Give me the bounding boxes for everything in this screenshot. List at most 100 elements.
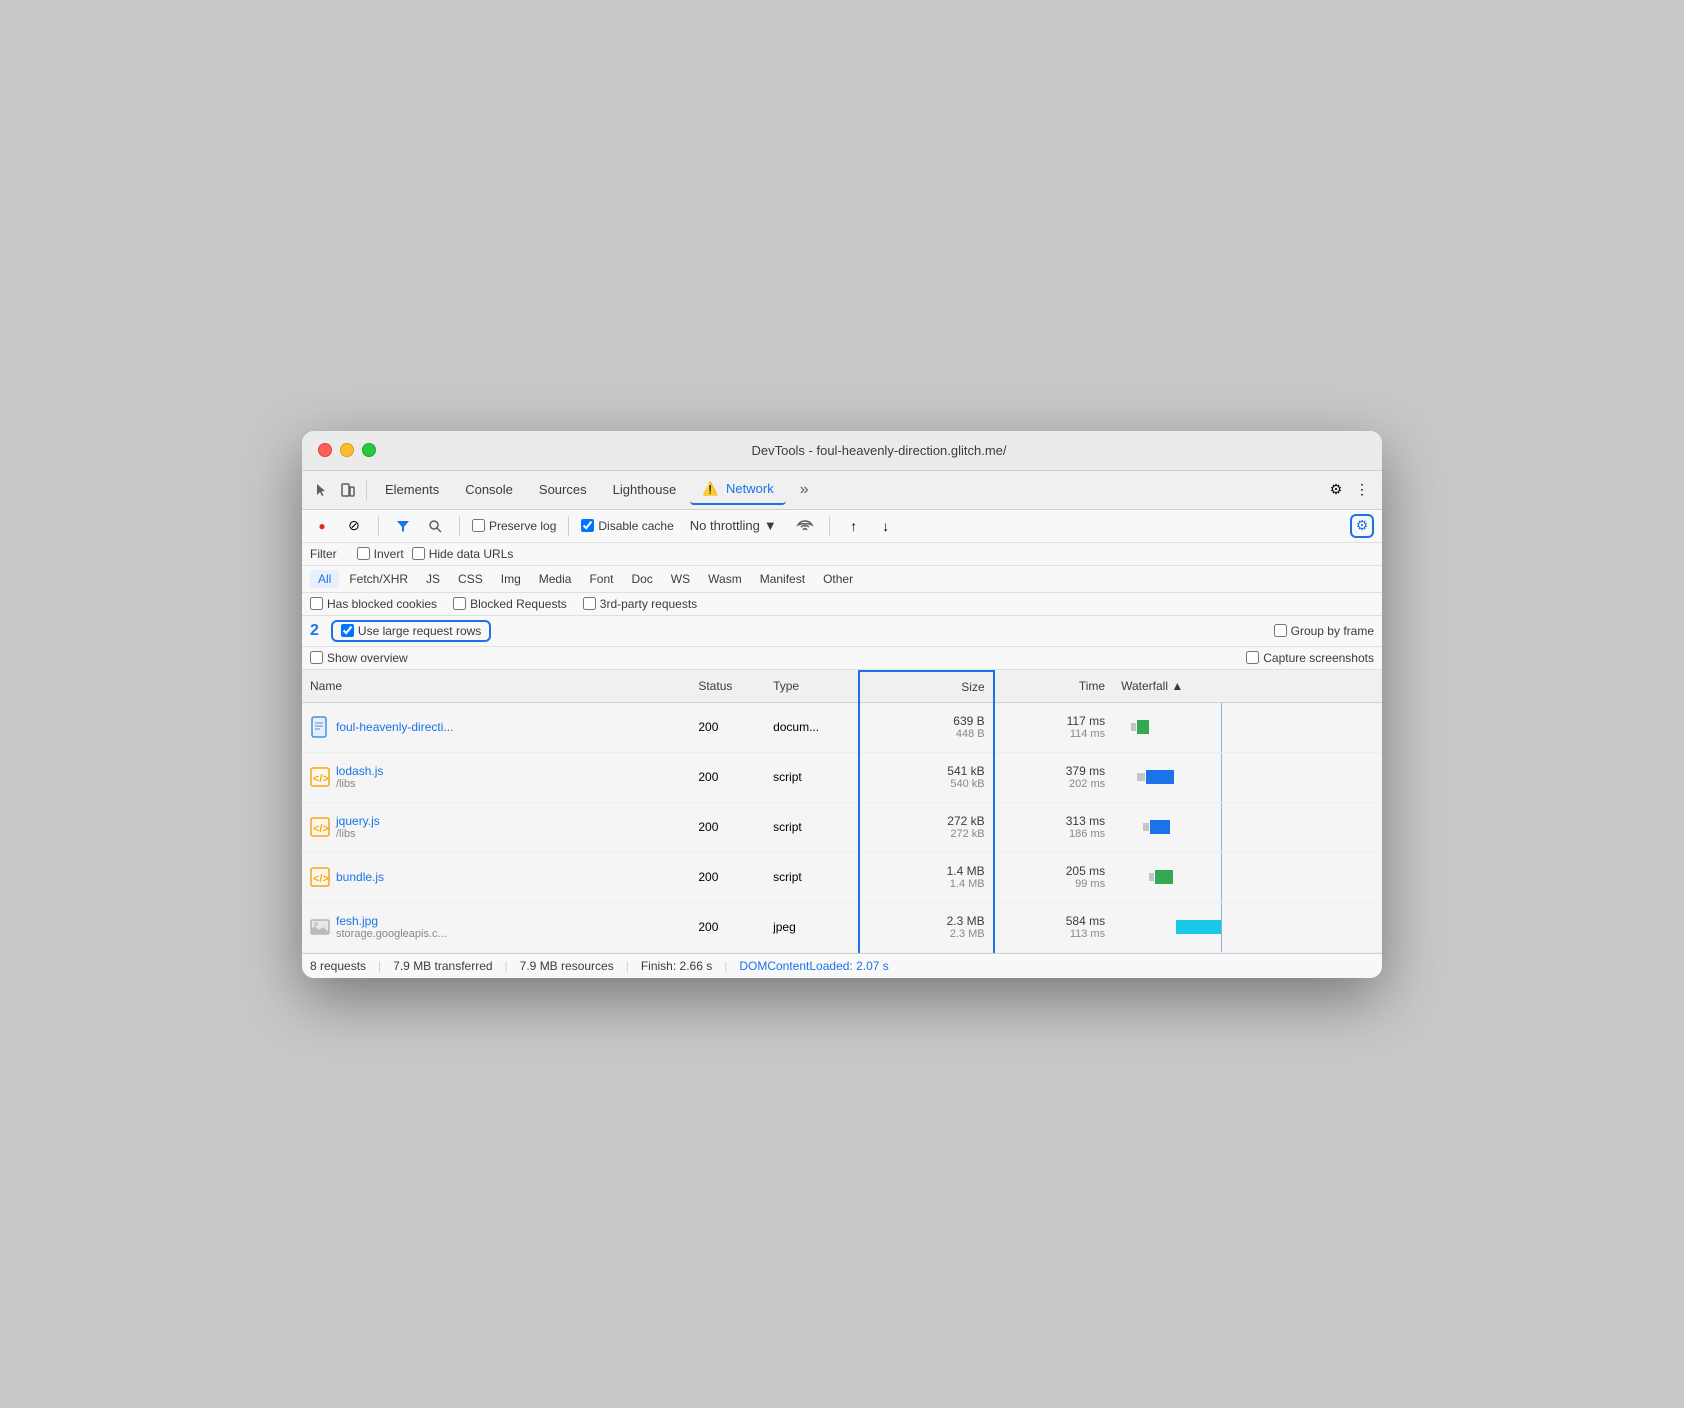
type-filter-wasm[interactable]: Wasm	[700, 570, 750, 588]
table-row[interactable]: </> lodash.js /libs 200 script 541 kB	[302, 752, 1382, 802]
group-by-frame-checkbox[interactable]	[1274, 624, 1287, 637]
tab-lighthouse[interactable]: Lighthouse	[601, 476, 689, 503]
status-cell: 200	[690, 902, 765, 952]
large-request-rows-checkbox[interactable]	[341, 624, 354, 637]
group-by-frame-label[interactable]: Group by frame	[1274, 624, 1374, 638]
table-header: Name Status Type Size Time Waterfall ▲	[302, 671, 1382, 703]
type-filter-css[interactable]: CSS	[450, 570, 491, 588]
preserve-log-label[interactable]: Preserve log	[472, 519, 556, 533]
name-cell[interactable]: foul-heavenly-directi...	[302, 702, 690, 752]
type-filter-all[interactable]: All	[310, 570, 339, 588]
separator	[366, 480, 367, 500]
large-request-rows-label[interactable]: Use large request rows	[341, 624, 481, 638]
size-cell: 272 kB 272 kB	[859, 802, 993, 852]
img-icon	[310, 915, 330, 939]
filter-toggle-button[interactable]	[391, 514, 415, 538]
settings-row-1: 2 Use large request rows Group by frame	[302, 616, 1382, 647]
col-header-size[interactable]: Size	[859, 671, 993, 703]
capture-screenshots-checkbox[interactable]	[1246, 651, 1259, 664]
devtools-more-icon[interactable]: ⋮	[1350, 478, 1374, 502]
download-icon[interactable]: ↓	[874, 514, 898, 538]
tab-sources[interactable]: Sources	[527, 476, 599, 503]
blocked-requests-checkbox[interactable]	[453, 597, 466, 610]
disable-cache-checkbox[interactable]	[581, 519, 594, 532]
type-filter-img[interactable]: Img	[493, 570, 529, 588]
search-button[interactable]	[423, 514, 447, 538]
name-cell[interactable]: </> jquery.js /libs	[302, 802, 690, 852]
filter-row: Filter Invert Hide data URLs	[302, 543, 1382, 566]
status-cell: 200	[690, 702, 765, 752]
type-filter-other[interactable]: Other	[815, 570, 861, 588]
capture-screenshots-label[interactable]: Capture screenshots	[1246, 651, 1374, 665]
invert-label[interactable]: Invert	[357, 547, 404, 561]
minimize-button[interactable]	[340, 443, 354, 457]
throttling-select[interactable]: No throttling ▼	[682, 514, 785, 537]
invert-checkbox[interactable]	[357, 547, 370, 560]
show-overview-checkbox[interactable]	[310, 651, 323, 664]
sep1: |	[378, 959, 381, 973]
network-conditions-icon[interactable]	[793, 514, 817, 538]
type-filter-manifest[interactable]: Manifest	[752, 570, 813, 588]
name-cell[interactable]: fesh.jpg storage.googleapis.c...	[302, 902, 690, 952]
close-button[interactable]	[318, 443, 332, 457]
upload-icon[interactable]: ↑	[842, 514, 866, 538]
type-filter-ws[interactable]: WS	[663, 570, 698, 588]
filter-options: Invert Hide data URLs	[357, 547, 514, 561]
device-toggle-icon[interactable]	[336, 478, 360, 502]
type-filter-js[interactable]: JS	[418, 570, 448, 588]
separator	[459, 516, 460, 536]
waterfall-cell	[1113, 702, 1382, 752]
show-overview-text: Show overview	[327, 651, 408, 665]
tab-network[interactable]: ⚠️ Network	[690, 475, 786, 505]
time-cell: 584 ms 113 ms	[994, 902, 1113, 952]
more-tabs-button[interactable]: »	[788, 475, 821, 505]
type-filter-media[interactable]: Media	[531, 570, 580, 588]
col-header-waterfall[interactable]: Waterfall ▲	[1113, 671, 1382, 703]
network-settings-icon[interactable]: ⚙	[1350, 514, 1374, 538]
row-name: lodash.js	[336, 764, 383, 778]
settings-right: Group by frame	[1274, 624, 1374, 638]
status-cell: 200	[690, 852, 765, 902]
name-cell[interactable]: </> lodash.js /libs	[302, 752, 690, 802]
col-header-status[interactable]: Status	[690, 671, 765, 703]
blocked-requests-label[interactable]: Blocked Requests	[453, 597, 567, 611]
table-row[interactable]: foul-heavenly-directi... 200 docum... 63…	[302, 702, 1382, 752]
tab-console[interactable]: Console	[453, 476, 525, 503]
separator	[829, 516, 830, 536]
js-icon: </>	[310, 765, 330, 789]
table-row[interactable]: </> bundle.js 200 script 1.4 MB	[302, 852, 1382, 902]
blocked-cookies-text: Has blocked cookies	[327, 597, 437, 611]
type-filter-fetch-xhr[interactable]: Fetch/XHR	[341, 570, 416, 588]
clear-button[interactable]: ⊘	[342, 514, 366, 538]
record-button[interactable]: ●	[310, 514, 334, 538]
maximize-button[interactable]	[362, 443, 376, 457]
cursor-icon[interactable]	[310, 478, 334, 502]
type-filter-doc[interactable]: Doc	[623, 570, 660, 588]
hide-data-urls-label[interactable]: Hide data URLs	[412, 547, 514, 561]
preserve-log-checkbox[interactable]	[472, 519, 485, 532]
table-row[interactable]: </> jquery.js /libs 200 script 272 kB	[302, 802, 1382, 852]
doc-icon	[310, 715, 330, 739]
finish-time: Finish: 2.66 s	[641, 959, 712, 973]
disable-cache-label[interactable]: Disable cache	[581, 519, 673, 533]
devtools-settings-icon[interactable]: ⚙	[1324, 478, 1348, 502]
tab-elements[interactable]: Elements	[373, 476, 451, 503]
warning-icon: ⚠️	[702, 481, 718, 496]
third-party-checkbox[interactable]	[583, 597, 596, 610]
type-filter-font[interactable]: Font	[581, 570, 621, 588]
third-party-label[interactable]: 3rd-party requests	[583, 597, 697, 611]
blocked-cookies-checkbox[interactable]	[310, 597, 323, 610]
hide-data-urls-checkbox[interactable]	[412, 547, 425, 560]
table-row[interactable]: fesh.jpg storage.googleapis.c... 200 jpe…	[302, 902, 1382, 952]
svg-text:</>: </>	[313, 773, 329, 785]
col-header-name[interactable]: Name	[302, 671, 690, 703]
show-overview-label[interactable]: Show overview	[310, 651, 408, 665]
waterfall-cell	[1113, 852, 1382, 902]
annotation-2: 2	[310, 622, 319, 640]
blocked-cookies-label[interactable]: Has blocked cookies	[310, 597, 437, 611]
col-header-time[interactable]: Time	[994, 671, 1113, 703]
col-header-type[interactable]: Type	[765, 671, 859, 703]
name-cell[interactable]: </> bundle.js	[302, 852, 690, 902]
row-name: fesh.jpg	[336, 914, 447, 928]
time-cell: 313 ms 186 ms	[994, 802, 1113, 852]
